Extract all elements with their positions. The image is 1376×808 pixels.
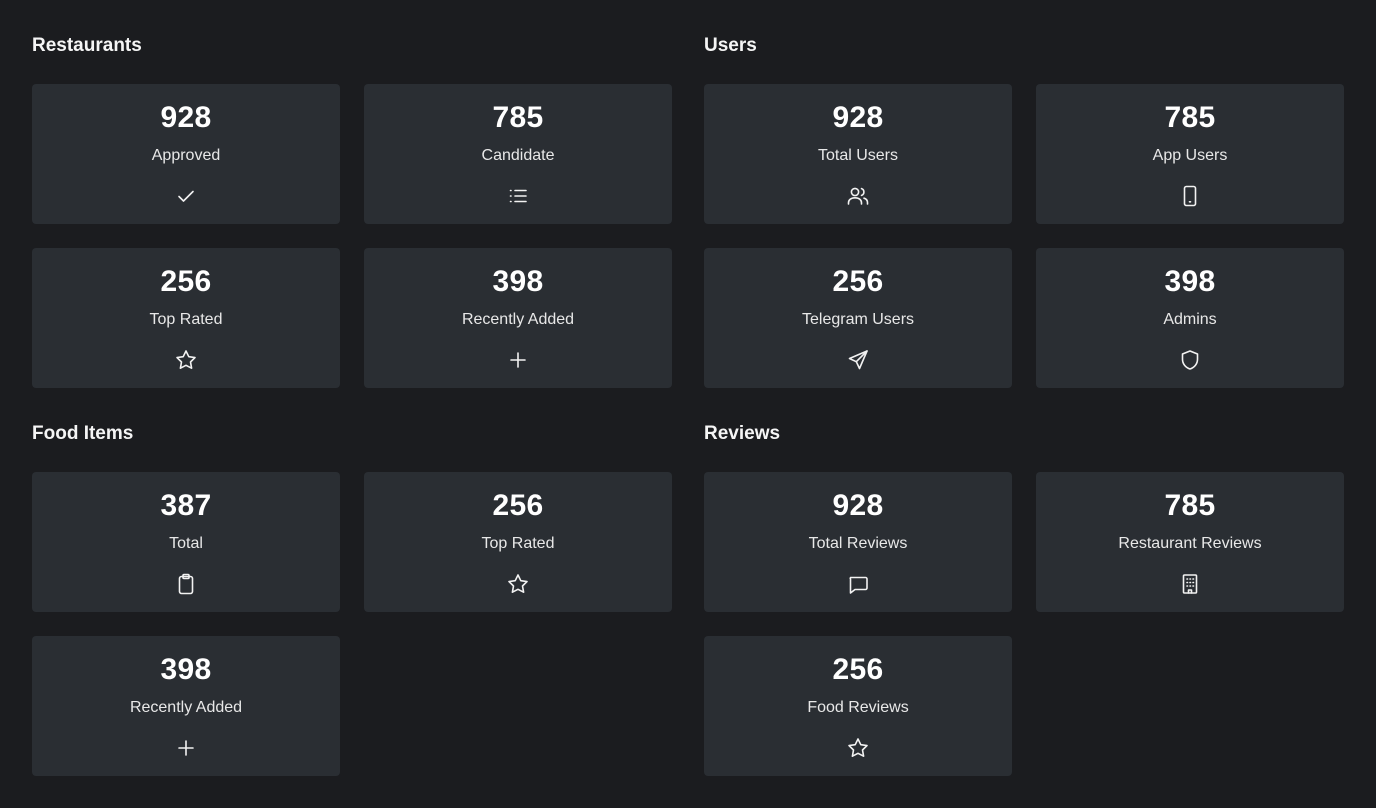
- star-icon: [846, 736, 870, 760]
- stat-value: 785: [492, 101, 544, 134]
- reviews-section: Reviews 928 Total Reviews 785 Restaurant…: [704, 422, 1344, 776]
- stat-value: 928: [832, 101, 884, 134]
- stat-label: Telegram Users: [801, 311, 915, 328]
- telegram-users-card[interactable]: 256 Telegram Users: [704, 248, 1012, 388]
- clipboard-icon: [174, 572, 198, 596]
- reviews-title: Reviews: [704, 423, 781, 444]
- plus-icon: [506, 348, 530, 372]
- message-icon: [846, 572, 870, 596]
- food-items-title: Food Items: [32, 423, 134, 444]
- stat-value: 785: [1164, 101, 1216, 134]
- users-section: Users 928 Total Users 785 App Users 256 …: [704, 34, 1344, 388]
- star-icon: [506, 572, 530, 596]
- stat-label: Approved: [151, 147, 221, 164]
- smartphone-icon: [1178, 184, 1202, 208]
- restaurant-reviews-card[interactable]: 785 Restaurant Reviews: [1036, 472, 1344, 612]
- stat-label: Candidate: [481, 147, 555, 164]
- star-icon: [174, 348, 198, 372]
- stat-label: Admins: [1163, 311, 1217, 328]
- stat-value: 256: [492, 489, 544, 522]
- stat-label: Recently Added: [461, 311, 575, 328]
- stat-value: 387: [160, 489, 212, 522]
- recently-added-food-items-card[interactable]: 398 Recently Added: [32, 636, 340, 776]
- food-items-section: Food Items 387 Total 256 Top Rated 398 R…: [32, 422, 672, 776]
- plus-icon: [174, 736, 198, 760]
- stat-label: Total Users: [817, 147, 899, 164]
- stat-label: Top Rated: [149, 311, 223, 328]
- admins-card[interactable]: 398 Admins: [1036, 248, 1344, 388]
- candidate-restaurants-card[interactable]: 785 Candidate: [364, 84, 672, 224]
- top-rated-food-items-card[interactable]: 256 Top Rated: [364, 472, 672, 612]
- stat-label: Restaurant Reviews: [1118, 535, 1262, 552]
- users-title: Users: [704, 35, 757, 56]
- recently-added-restaurants-card[interactable]: 398 Recently Added: [364, 248, 672, 388]
- stat-value: 256: [832, 653, 884, 686]
- stat-value: 928: [832, 489, 884, 522]
- stat-label: Total Reviews: [808, 535, 908, 552]
- total-food-items-card[interactable]: 387 Total: [32, 472, 340, 612]
- check-icon: [174, 184, 198, 208]
- users-icon: [846, 184, 870, 208]
- restaurants-title: Restaurants: [32, 35, 142, 56]
- stat-value: 785: [1164, 489, 1216, 522]
- stat-label: Recently Added: [129, 699, 243, 716]
- stat-label: Top Rated: [481, 535, 555, 552]
- building-icon: [1178, 572, 1202, 596]
- stat-value: 256: [832, 265, 884, 298]
- total-users-card[interactable]: 928 Total Users: [704, 84, 1012, 224]
- list-icon: [506, 184, 530, 208]
- top-rated-restaurants-card[interactable]: 256 Top Rated: [32, 248, 340, 388]
- total-reviews-card[interactable]: 928 Total Reviews: [704, 472, 1012, 612]
- stat-label: Total: [169, 535, 203, 552]
- stat-value: 398: [160, 653, 212, 686]
- shield-icon: [1178, 348, 1202, 372]
- app-users-card[interactable]: 785 App Users: [1036, 84, 1344, 224]
- stat-label: App Users: [1152, 147, 1228, 164]
- stat-label: Food Reviews: [807, 699, 909, 716]
- stat-value: 398: [1164, 265, 1216, 298]
- send-icon: [846, 348, 870, 372]
- stat-value: 398: [492, 265, 544, 298]
- stat-value: 928: [160, 101, 212, 134]
- approved-restaurants-card[interactable]: 928 Approved: [32, 84, 340, 224]
- stat-value: 256: [160, 265, 212, 298]
- food-reviews-card[interactable]: 256 Food Reviews: [704, 636, 1012, 776]
- restaurants-section: Restaurants 928 Approved 785 Candidate 2…: [32, 34, 672, 388]
